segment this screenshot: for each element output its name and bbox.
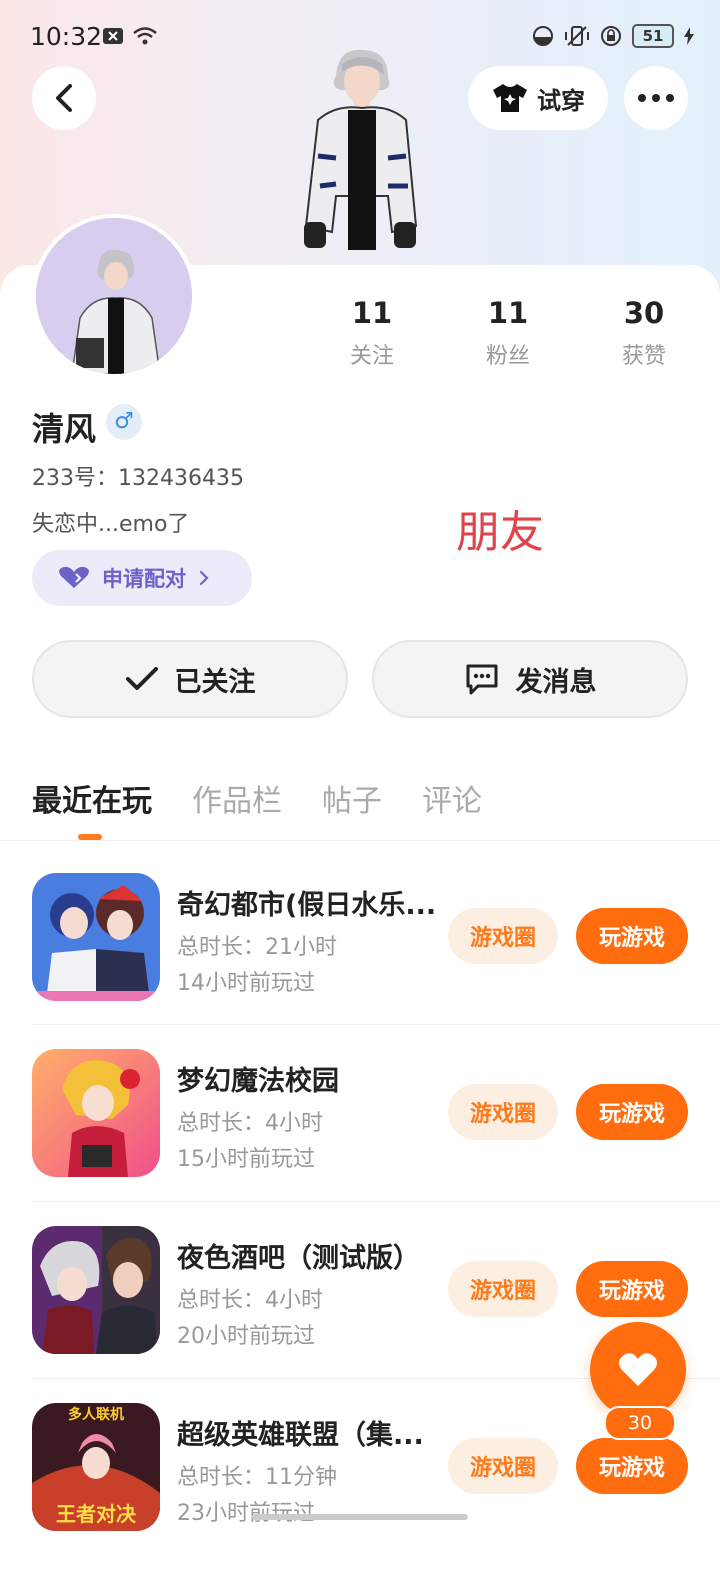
pair-request-label: 申请配对 bbox=[102, 567, 186, 591]
more-dots-icon bbox=[638, 94, 674, 102]
game-icon-top-text: 多人联机 bbox=[68, 1406, 124, 1422]
stat-label: 获赞 bbox=[621, 344, 666, 369]
status-time: 10:32 bbox=[30, 22, 103, 51]
game-row[interactable]: 奇幻都市(假日水乐... 总时长：21小时 14小时前玩过 游戏圈 玩游戏 bbox=[0, 873, 720, 1049]
avatar[interactable] bbox=[32, 214, 196, 378]
following-button[interactable]: 已关注 bbox=[32, 640, 348, 718]
game-cover-image bbox=[32, 1226, 160, 1354]
play-game-button[interactable]: 玩游戏 bbox=[576, 1438, 688, 1494]
back-button[interactable] bbox=[32, 66, 96, 130]
send-message-button[interactable]: 发消息 bbox=[372, 640, 688, 718]
avatar-image bbox=[36, 218, 192, 374]
battery-indicator: 51 bbox=[632, 24, 674, 48]
game-icon-bottom-text: 王者对决 bbox=[56, 1502, 137, 1526]
game-title: 夜色酒吧（测试版） bbox=[177, 1243, 420, 1274]
game-duration: 总时长：11分钟 bbox=[177, 1465, 337, 1490]
game-duration: 总时长：21小时 bbox=[177, 935, 337, 960]
game-circle-button[interactable]: 游戏圈 bbox=[448, 1084, 558, 1140]
game-title: 梦幻魔法校园 bbox=[177, 1066, 339, 1097]
profile-bio: 失恋中...emo了 bbox=[32, 512, 190, 537]
game-row[interactable]: 梦幻魔法校园 总时长：4小时 15小时前玩过 游戏圈 玩游戏 bbox=[0, 1049, 720, 1225]
data-saver-icon bbox=[533, 26, 553, 46]
game-last-played: 23小时前玩过 bbox=[177, 1501, 315, 1526]
game-circle-button[interactable]: 游戏圈 bbox=[448, 1438, 558, 1494]
game-circle-button[interactable]: 游戏圈 bbox=[448, 908, 558, 964]
play-game-button[interactable]: 玩游戏 bbox=[576, 1084, 688, 1140]
wifi-icon bbox=[133, 27, 157, 45]
floating-like-button[interactable] bbox=[590, 1322, 686, 1418]
tab-posts[interactable]: 帖子 bbox=[322, 776, 382, 820]
stat-likes[interactable]: 30 获赞 bbox=[584, 296, 704, 370]
send-message-label: 发消息 bbox=[515, 666, 597, 698]
following-label: 已关注 bbox=[174, 666, 256, 698]
stat-label: 粉丝 bbox=[485, 344, 530, 369]
game-icon: 多人联机 王者对决 bbox=[32, 1403, 160, 1531]
tab-comments[interactable]: 评论 bbox=[422, 776, 482, 820]
heart-icon bbox=[59, 566, 89, 588]
home-indicator[interactable] bbox=[252, 1514, 468, 1520]
pair-request-button[interactable]: 申请配对 bbox=[32, 550, 252, 606]
tab-divider bbox=[0, 840, 720, 841]
lock-rotation-icon bbox=[601, 26, 621, 46]
vibrate-icon bbox=[565, 26, 589, 46]
male-gender-icon: ♂ bbox=[106, 404, 142, 440]
row-divider bbox=[32, 1024, 720, 1025]
game-last-played: 14小时前玩过 bbox=[177, 971, 315, 996]
game-icon bbox=[32, 1049, 160, 1177]
game-duration: 总时长：4小时 bbox=[177, 1111, 323, 1136]
checkmark-icon bbox=[125, 667, 158, 690]
game-cover-image bbox=[32, 873, 160, 1001]
play-game-button[interactable]: 玩游戏 bbox=[576, 908, 688, 964]
try-on-label: 试穿 bbox=[537, 86, 585, 115]
stat-following[interactable]: 11 关注 bbox=[312, 296, 432, 370]
chevron-right-icon bbox=[199, 570, 209, 586]
stat-value: 11 bbox=[487, 296, 529, 330]
stat-followers[interactable]: 11 粉丝 bbox=[448, 296, 568, 370]
game-cover-image bbox=[32, 1049, 160, 1177]
relation-label: 朋友 bbox=[456, 507, 544, 558]
try-on-button[interactable]: 试穿 bbox=[468, 66, 608, 130]
heart-icon bbox=[618, 1353, 658, 1386]
like-count-badge: 30 bbox=[604, 1406, 676, 1440]
game-circle-button[interactable]: 游戏圈 bbox=[448, 1261, 558, 1317]
game-last-played: 20小时前玩过 bbox=[177, 1324, 315, 1349]
game-title: 奇幻都市(假日水乐... bbox=[177, 890, 437, 921]
row-divider bbox=[32, 1201, 720, 1202]
game-icon bbox=[32, 873, 160, 1001]
chat-bubble-icon bbox=[466, 664, 497, 695]
status-right-icons: 51 bbox=[532, 24, 694, 48]
charging-icon bbox=[684, 27, 694, 45]
status-left-icons bbox=[102, 26, 158, 46]
game-last-played: 15小时前玩过 bbox=[177, 1147, 315, 1172]
avatar-3d-figure bbox=[304, 49, 418, 250]
tab-works[interactable]: 作品栏 bbox=[192, 776, 282, 820]
tab-recent-games[interactable]: 最近在玩 bbox=[32, 776, 152, 820]
profile-uid: 233号：132436435 bbox=[32, 466, 244, 491]
game-cover-image: 多人联机 王者对决 bbox=[32, 1403, 160, 1531]
game-icon bbox=[32, 1226, 160, 1354]
chevron-left-icon bbox=[56, 84, 72, 112]
stat-value: 30 bbox=[623, 296, 665, 330]
play-game-button[interactable]: 玩游戏 bbox=[576, 1261, 688, 1317]
stat-value: 11 bbox=[351, 296, 393, 330]
stat-label: 关注 bbox=[349, 344, 394, 369]
shirt-icon bbox=[493, 84, 527, 112]
more-options-button[interactable] bbox=[624, 66, 688, 130]
profile-tabs: 最近在玩 作品栏 帖子 评论 bbox=[32, 776, 482, 820]
profile-name: 清风 bbox=[32, 410, 97, 448]
game-title: 超级英雄联盟（集... bbox=[177, 1420, 424, 1451]
game-duration: 总时长：4小时 bbox=[177, 1288, 323, 1313]
notification-icon bbox=[103, 28, 123, 44]
